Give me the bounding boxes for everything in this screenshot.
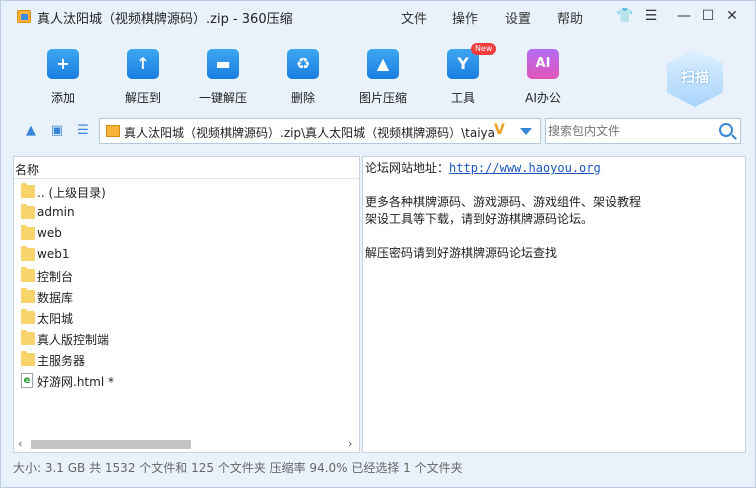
view-list-icon[interactable]: ☰	[76, 124, 90, 138]
address-path: 真人汰阳城（视频棋牌源码）.zip\真人太阳城（视频棋牌源码）\taiya	[124, 126, 496, 140]
extract-to-button[interactable]: ↑ 解压到	[103, 41, 183, 109]
horizontal-scrollbar[interactable]: ‹ ›	[14, 436, 359, 452]
ai-office-label: AI办公	[525, 91, 561, 105]
minimize-icon[interactable]: —	[674, 7, 694, 25]
extract-to-label: 解压到	[124, 91, 161, 105]
add-icon: +	[47, 49, 79, 79]
list-item[interactable]: 主服务器	[14, 349, 359, 370]
list-item[interactable]: web	[14, 223, 359, 244]
image-compress-button[interactable]: ▲ 图片压缩	[343, 41, 423, 109]
folder-icon	[21, 351, 35, 366]
app-window: 真人汰阳城（视频棋牌源码）.zip - 360压缩 文件 操作 设置 帮助 👕 …	[0, 0, 756, 488]
title-bar: 真人汰阳城（视频棋牌源码）.zip - 360压缩 文件 操作 设置 帮助 👕 …	[1, 1, 755, 31]
file-name: 好游网.html *	[37, 375, 114, 389]
ai-office-icon: AI	[527, 49, 559, 79]
folder-icon	[21, 267, 35, 282]
list-item[interactable]: 控制台	[14, 265, 359, 286]
tools-button[interactable]: Y New 工具	[423, 41, 503, 109]
file-name: 太阳城	[37, 312, 74, 326]
forum-link[interactable]: http://www.haoyou.org	[449, 161, 601, 175]
navigation-bar: ▲ ▣ ☰ 真人汰阳城（视频棋牌源码）.zip\真人太阳城（视频棋牌源码）\ta…	[1, 115, 755, 147]
search-input[interactable]	[548, 122, 708, 140]
delete-button[interactable]: ♻ 删除	[263, 41, 343, 109]
menu-settings[interactable]: 设置	[505, 8, 531, 27]
address-bar[interactable]: 真人汰阳城（视频棋牌源码）.zip\真人太阳城（视频棋牌源码）\taiya V	[99, 118, 541, 144]
image-compress-icon: ▲	[367, 49, 399, 79]
folder-icon	[21, 204, 35, 219]
list-item[interactable]: 数据库	[14, 286, 359, 307]
view-thumbnail-icon[interactable]: ▣	[50, 124, 64, 138]
status-bar: 大小: 3.1 GB 共 1532 个文件和 125 个文件夹 压缩率 94.0…	[13, 461, 463, 475]
add-label: 添加	[50, 91, 75, 105]
comment-line-password: 解压密码请到好游棋牌源码论坛查找	[365, 246, 558, 260]
search-icon[interactable]	[719, 123, 733, 137]
folder-icon	[21, 225, 35, 240]
list-item[interactable]: 太阳城	[14, 307, 359, 328]
list-item[interactable]: admin	[14, 202, 359, 223]
list-item-html[interactable]: e 好游网.html *	[14, 370, 359, 391]
forum-address-label: 论坛网站地址：	[365, 161, 450, 175]
file-name: .. (上级目录)	[37, 186, 106, 200]
archive-app-icon	[17, 10, 31, 23]
extract-to-icon: ↑	[127, 49, 159, 79]
window-title: 真人汰阳城（视频棋牌源码）.zip - 360压缩	[37, 12, 293, 27]
folder-icon	[21, 309, 35, 324]
scroll-left-icon[interactable]: ‹	[18, 437, 22, 450]
folder-icon	[21, 246, 35, 261]
scroll-right-icon[interactable]: ›	[348, 437, 352, 450]
up-arrow-icon[interactable]: ▲	[24, 124, 38, 138]
file-name: web1	[37, 247, 70, 261]
folder-icon	[21, 183, 35, 198]
new-badge: New	[471, 43, 497, 55]
list-item-parent[interactable]: .. (上级目录)	[14, 181, 359, 202]
comment-line-tools: 架设工具等下载，请到好游棋牌源码论坛。	[365, 212, 594, 226]
skin-icon[interactable]: 👕	[615, 7, 635, 25]
file-list-panel: 名称 .. (上级目录) admin web web1 控制台 数据库 太阳城	[13, 156, 360, 453]
one-click-extract-label: 一键解压	[198, 91, 247, 105]
maximize-icon[interactable]: ☐	[698, 7, 718, 25]
close-icon[interactable]: ✕	[722, 7, 742, 25]
verified-icon: V	[494, 122, 505, 138]
list-item[interactable]: web1	[14, 244, 359, 265]
file-name: 数据库	[37, 291, 74, 305]
file-name: admin	[37, 205, 75, 219]
toolbar: + 添加 ↑ 解压到 ▬ 一键解压 ♻ 删除 ▲ 图片压缩 Y New 工具 A…	[1, 41, 755, 111]
ai-office-button[interactable]: AI AI办公	[503, 41, 583, 109]
archive-path-icon	[106, 125, 120, 137]
add-button[interactable]: + 添加	[23, 41, 103, 109]
html-file-icon: e	[21, 373, 33, 388]
scrollbar-thumb[interactable]	[31, 440, 191, 449]
file-name: 控制台	[37, 270, 74, 284]
menu-operation[interactable]: 操作	[452, 8, 478, 27]
folder-icon	[21, 288, 35, 303]
image-compress-label: 图片压缩	[358, 91, 407, 105]
search-box[interactable]	[545, 118, 741, 144]
file-name: web	[37, 226, 62, 240]
folder-icon	[21, 330, 35, 345]
list-item[interactable]: 真人版控制端	[14, 328, 359, 349]
comment-line-more: 更多各种棋牌源码、游戏源码、游戏组件、架设教程	[365, 195, 642, 209]
one-click-extract-icon: ▬	[207, 49, 239, 79]
delete-icon: ♻	[287, 49, 319, 79]
file-name: 主服务器	[37, 354, 86, 368]
one-click-extract-button[interactable]: ▬ 一键解压	[183, 41, 263, 109]
archive-comment-panel: 论坛网站地址：http://www.haoyou.org 更多各种棋牌源码、游戏…	[362, 156, 746, 453]
menu-help[interactable]: 帮助	[557, 8, 583, 27]
comment-line-forum: 论坛网站地址：http://www.haoyou.org	[365, 159, 601, 176]
feedback-icon[interactable]: ☰	[641, 7, 661, 25]
tools-label: 工具	[450, 91, 475, 105]
menu-file[interactable]: 文件	[401, 8, 427, 27]
delete-label: 删除	[290, 91, 315, 105]
file-name: 真人版控制端	[37, 333, 110, 347]
chevron-down-icon[interactable]	[520, 128, 532, 135]
column-header-name[interactable]: 名称	[14, 157, 359, 179]
